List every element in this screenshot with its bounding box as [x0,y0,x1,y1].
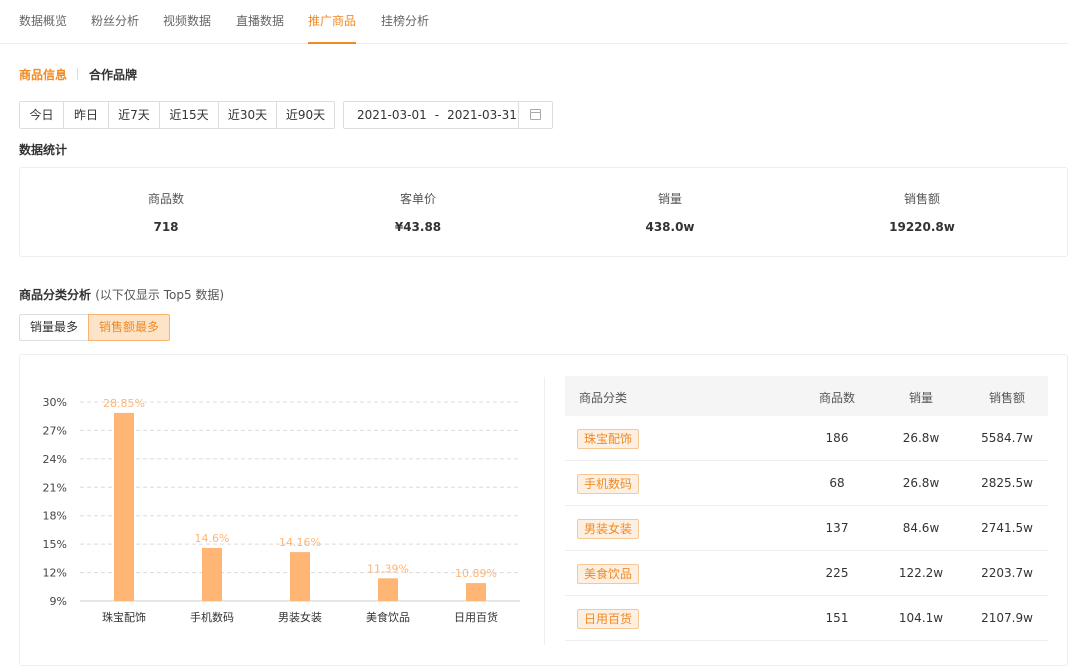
stat-label: 客单价 [399,192,436,206]
cell-sales-volume: 104.1w [898,611,944,625]
bar [290,552,310,601]
table-header: 商品分类 商品数 销量 销售额 [565,376,1048,416]
table-row[interactable]: 美食饮品 225 122.2w 2203.7w [565,551,1048,596]
cell-sales-volume: 84.6w [902,521,940,535]
tab-live[interactable]: 直播数据 [236,12,284,29]
y-tick-label: 12% [43,567,67,580]
bar-data-label: 11.39% [367,562,409,575]
range-yesterday-button[interactable]: 昨日 [64,102,109,128]
x-category-label: 日用百货 [454,610,498,624]
header-category: 商品分类 [579,391,628,405]
cell-product-count: 225 [825,566,849,580]
panel-divider [544,377,545,645]
stat-label: 商品数 [147,192,184,206]
bar [202,547,222,601]
cell-sales-volume: 122.2w [898,566,944,580]
header-sales-volume: 销量 [908,391,934,405]
table-row[interactable]: 男装女装 137 84.6w 2741.5w [565,506,1048,551]
analysis-title-text: 商品分类分析 [19,288,92,302]
category-tag: 美食饮品 [577,564,640,584]
stat-label: 销售额 [903,192,940,206]
cell-sales-amount: 2107.9w [981,611,1033,625]
cell-product-count: 68 [829,476,845,490]
range-90d-button[interactable]: 近90天 [277,102,334,128]
table-row[interactable]: 日用百货 151 104.1w 2107.9w [565,596,1048,641]
table-row[interactable]: 手机数码 68 26.8w 2825.5w [565,461,1048,506]
cell-product-count: 137 [825,521,849,535]
category-bar-chart: 9% 12% 15% 18% 21% 24% 27% 30% 28.85% 珠宝配饰 14.6% 手机… [43,396,520,624]
cell-sales-amount: 2741.5w [981,521,1033,535]
date-start: 2021-03-01 [357,108,427,122]
x-category-label: 男装女装 [278,610,322,624]
stat-value: 718 [153,220,179,234]
stats-card: 商品数 718 客单价 ¥43.88 销量 438.0w 销售额 19220.8… [19,167,1068,257]
subtab-divider [77,68,78,80]
bar-data-label: 28.85% [103,397,145,410]
bar [114,412,134,601]
analysis-title: 商品分类分析 (以下仅显示 Top5 数据) [19,286,224,303]
calendar-button[interactable] [518,102,552,128]
date-end: 2021-03-31 [447,108,517,122]
y-tick-label: 30% [43,396,67,409]
top-tabs: 数据概览 粉丝分析 视频数据 直播数据 推广商品 挂榜分析 [0,0,1068,44]
y-tick-label: 27% [43,424,67,437]
header-product-count: 商品数 [818,391,856,405]
date-range-picker[interactable]: 2021-03-01-2021-03-31 [343,101,553,129]
stat-value: ¥43.88 [394,220,442,234]
cell-sales-volume: 26.8w [902,431,940,445]
category-tag: 手机数码 [577,474,640,494]
cell-sales-amount: 2203.7w [981,566,1033,580]
x-category-label: 美食饮品 [366,610,410,624]
analysis-note: (以下仅显示 Top5 数据) [95,288,225,302]
subtab-product-info[interactable]: 商品信息 [19,66,67,83]
x-category-label: 手机数码 [190,610,234,624]
cell-product-count: 186 [825,431,849,445]
tab-ranking[interactable]: 挂榜分析 [381,12,429,29]
bar-data-label: 14.6% [195,532,230,545]
cell-sales-amount: 5584.7w [981,431,1033,445]
sort-by-volume-button[interactable]: 销量最多 [19,314,89,341]
category-tag: 男装女装 [577,519,640,539]
header-sales-amount: 销售额 [988,391,1026,405]
subtab-brands[interactable]: 合作品牌 [89,66,137,83]
bar [466,583,486,601]
tab-video[interactable]: 视频数据 [163,12,211,29]
range-7d-button[interactable]: 近7天 [109,102,160,128]
bar [378,578,398,601]
tab-overview[interactable]: 数据概览 [19,12,67,29]
calendar-icon [530,109,541,120]
category-analysis-card: 9% 12% 15% 18% 21% 24% 27% 30% 28.85% 珠宝配饰 14.6% 手机… [19,354,1068,666]
range-15d-button[interactable]: 近15天 [160,102,219,128]
date-range-text: 2021-03-01-2021-03-31 [357,108,517,122]
category-tag: 日用百货 [577,609,640,629]
y-tick-label: 24% [43,453,67,466]
table-row[interactable]: 珠宝配饰 186 26.8w 5584.7w [565,416,1048,461]
date-range-group: 今日 昨日 近7天 近15天 近30天 近90天 [19,101,335,129]
sort-by-amount-button[interactable]: 销售额最多 [88,314,171,341]
stat-label: 销量 [657,192,682,206]
tab-fans[interactable]: 粉丝分析 [91,12,139,29]
tab-promoted-products[interactable]: 推广商品 [308,12,356,29]
y-tick-label: 15% [43,538,67,551]
stat-value: 438.0w [645,220,695,234]
cell-sales-volume: 26.8w [902,476,940,490]
sort-toggle: 销量最多 销售额最多 [19,314,171,341]
range-today-button[interactable]: 今日 [20,102,64,128]
y-tick-label: 9% [50,595,67,608]
bar-data-label: 10.89% [455,567,497,580]
active-tab-indicator [308,42,356,44]
stats-title: 数据统计 [19,143,68,157]
cell-product-count: 151 [825,611,849,625]
y-tick-label: 18% [43,510,67,523]
x-category-label: 珠宝配饰 [102,610,146,624]
bar-data-label: 14.16% [279,536,321,549]
cell-sales-amount: 2825.5w [981,476,1033,490]
stat-value: 19220.8w [889,220,955,234]
y-tick-label: 21% [43,481,67,494]
date-separator: - [434,108,440,122]
category-tag: 珠宝配饰 [577,429,640,449]
range-30d-button[interactable]: 近30天 [219,102,277,128]
